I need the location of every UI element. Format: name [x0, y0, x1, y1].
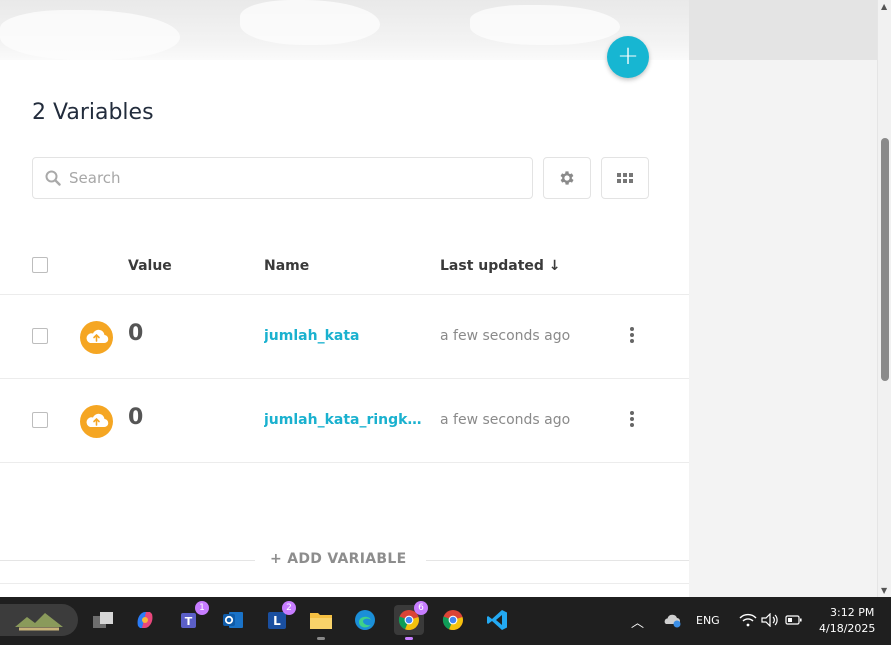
task-view-button[interactable] — [88, 605, 118, 635]
running-indicator — [317, 637, 325, 640]
svg-text:L: L — [273, 614, 281, 628]
copilot-icon — [137, 612, 153, 628]
clock-time[interactable]: 3:12 PM — [830, 606, 874, 619]
battery-icon — [785, 615, 802, 625]
last-updated-text: a few seconds ago — [440, 328, 571, 344]
divider — [0, 583, 689, 584]
search-box[interactable] — [32, 157, 533, 199]
landscape-icon — [15, 613, 63, 631]
notification-badge: 2 — [282, 601, 296, 615]
variable-value: 0 — [128, 321, 144, 346]
vscode-button[interactable] — [482, 605, 512, 635]
outlook-button[interactable] — [218, 605, 248, 635]
chrome-profile-button[interactable] — [438, 605, 468, 635]
divider — [0, 560, 255, 561]
variable-name-link[interactable]: jumlah_kata — [264, 328, 359, 344]
more-options-icon[interactable] — [624, 409, 640, 429]
grid-view-icon — [617, 173, 633, 183]
view-toggle-button[interactable] — [601, 157, 649, 199]
chrome-button-active[interactable]: 6 — [394, 601, 428, 640]
column-header-last-updated[interactable]: Last updated ↓ — [440, 258, 561, 274]
row-checkbox[interactable] — [32, 328, 48, 344]
cloud-upload-icon — [80, 321, 113, 354]
notification-badge: 6 — [414, 601, 428, 615]
edge-button[interactable] — [350, 605, 380, 635]
cloud-upload-icon — [80, 405, 113, 438]
cloud-sync-icon — [664, 614, 681, 628]
header-map-background — [0, 0, 689, 60]
right-panel-header — [689, 0, 877, 60]
divider — [426, 560, 689, 561]
outlook-icon — [223, 612, 243, 628]
clock-date[interactable]: 4/18/2025 — [819, 622, 875, 635]
variable-name-link[interactable]: jumlah_kata_ringka... — [264, 412, 426, 428]
language-indicator[interactable]: ENG — [696, 614, 720, 627]
vertical-scrollbar[interactable]: ▲ ▼ — [877, 0, 891, 597]
chrome-icon — [442, 610, 463, 631]
add-variable-button[interactable]: + ADD VARIABLE — [270, 551, 406, 567]
scroll-down-icon[interactable]: ▼ — [881, 586, 887, 595]
show-hidden-icons-chevron-icon[interactable]: ︿ — [631, 612, 644, 631]
table-row[interactable]: 0 jumlah_kata a few seconds ago — [0, 295, 689, 379]
page-title: 2 Variables — [32, 100, 154, 125]
variable-value: 0 — [128, 405, 144, 430]
file-explorer-button[interactable] — [306, 605, 336, 640]
table-row[interactable]: 0 jumlah_kata_ringka... a few seconds ag… — [0, 379, 689, 463]
teams-button[interactable]: T 1 — [175, 601, 209, 635]
search-icon — [45, 170, 61, 186]
right-side-panel — [689, 60, 877, 597]
table-header: Value Name Last updated ↓ — [0, 240, 689, 295]
wifi-icon — [739, 613, 757, 627]
svg-text:T: T — [185, 615, 193, 628]
scroll-up-icon[interactable]: ▲ — [881, 2, 887, 11]
system-tray-group[interactable] — [733, 605, 809, 635]
settings-button[interactable] — [543, 157, 591, 199]
vscode-icon — [487, 610, 507, 630]
copilot-button[interactable] — [130, 605, 160, 635]
edge-icon — [355, 610, 375, 630]
search-input[interactable] — [69, 158, 519, 198]
volume-icon — [761, 613, 778, 627]
scroll-thumb[interactable] — [881, 138, 889, 381]
folder-icon — [310, 613, 332, 629]
column-header-value[interactable]: Value — [128, 258, 172, 274]
l-app-button[interactable]: L 2 — [262, 601, 296, 635]
running-indicator — [405, 637, 413, 640]
windows-taskbar: T 1 L 2 6 ︿ ENG 3:12 PM 4/18/2025 — [0, 597, 891, 645]
more-options-icon[interactable] — [624, 325, 640, 345]
weather-widget[interactable] — [0, 604, 78, 636]
select-all-checkbox[interactable] — [32, 257, 48, 273]
add-variable-section: + ADD VARIABLE — [0, 545, 689, 575]
task-view-icon — [93, 612, 113, 628]
row-checkbox[interactable] — [32, 412, 48, 428]
gear-icon — [560, 171, 574, 185]
column-header-name[interactable]: Name — [264, 258, 309, 274]
onedrive-tray-button[interactable] — [657, 605, 687, 635]
add-variable-fab-button[interactable]: + — [607, 36, 649, 78]
last-updated-text: a few seconds ago — [440, 412, 571, 428]
notification-badge: 1 — [195, 601, 209, 615]
